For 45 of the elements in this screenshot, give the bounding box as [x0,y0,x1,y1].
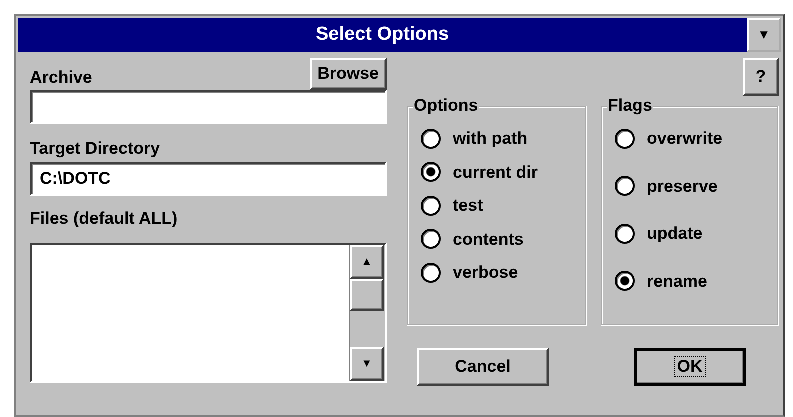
group-title: Options [413,96,480,116]
radio-option[interactable]: overwrite [615,126,769,152]
file-list[interactable]: ▲ ▼ [30,243,387,383]
radio-option[interactable]: verbose [421,260,577,286]
radio-option[interactable]: test [421,193,577,218]
radio-button[interactable] [421,229,441,250]
group-title: Flags [607,96,654,116]
radio-option[interactable]: rename [615,268,769,294]
field-label: Files (default ALL) [30,208,179,230]
ok-button[interactable]: OK [634,348,746,386]
radio-button[interactable] [615,176,635,196]
radio-button[interactable] [615,224,635,244]
option-label: update [647,223,703,245]
scroll-down-button[interactable]: ▼ [350,347,384,381]
radio-option[interactable]: contents [421,226,577,252]
field-label: Target Directory [30,138,162,160]
radio-button[interactable] [421,162,441,182]
radio-button[interactable] [615,128,635,149]
option-label: verbose [453,262,518,284]
input-field[interactable]: C:\DOTC [30,162,387,196]
option-label: test [453,195,484,217]
radio-option[interactable]: update [615,221,769,246]
scrollbar[interactable]: ▲ ▼ [349,245,385,381]
scroll-up-button[interactable]: ▲ [350,245,384,279]
option-label: overwrite [647,128,723,150]
option-label: current dir [453,162,538,184]
radio-option[interactable]: preserve [615,174,769,199]
field-label: Archive [30,66,92,88]
help-button[interactable]: ? [743,58,779,96]
dropdown-button[interactable]: ▼ [747,18,781,52]
window-title: Select Options [314,22,450,47]
option-label: contents [453,228,524,250]
radio-button[interactable] [421,128,441,149]
input-field[interactable] [30,90,387,124]
radio-button[interactable] [421,196,441,216]
radio-option[interactable]: with path [421,126,577,152]
option-label: preserve [647,176,718,198]
option-label: rename [647,270,708,292]
radio-button[interactable] [421,262,441,283]
radio-button[interactable] [615,271,635,292]
radio-option[interactable]: current dir [421,160,577,185]
cancel-button[interactable]: Cancel [417,348,549,386]
browse-button[interactable]: Browse [310,58,387,90]
option-label: with path [453,128,528,150]
scroll-thumb[interactable] [350,279,384,311]
